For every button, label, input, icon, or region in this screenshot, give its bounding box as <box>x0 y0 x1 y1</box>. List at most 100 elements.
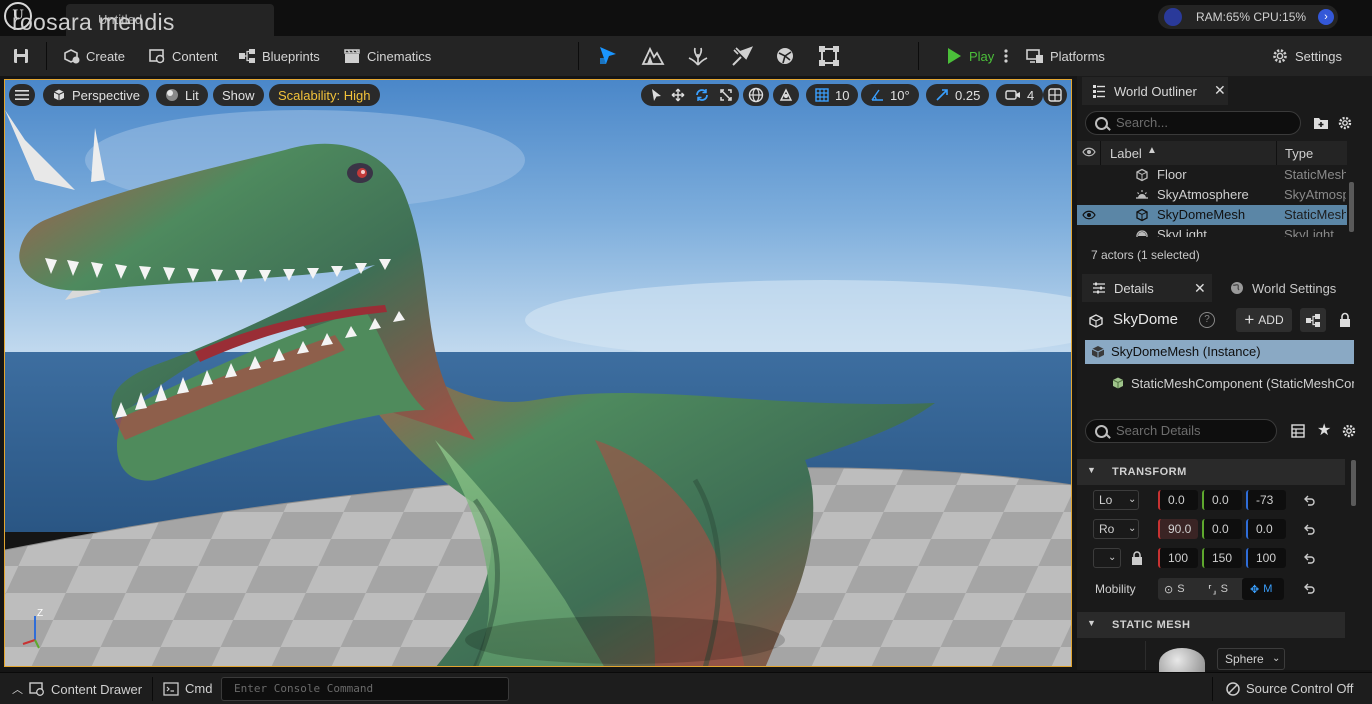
show-button[interactable]: Show <box>213 84 264 106</box>
save-button[interactable] <box>12 44 30 68</box>
world-globe-icon <box>1231 282 1243 294</box>
location-x-field[interactable]: 0.0 <box>1158 490 1198 510</box>
tab-details[interactable]: Details <box>1082 274 1212 302</box>
viewport-scene[interactable] <box>5 80 1072 667</box>
scale-y-field[interactable]: 150 <box>1202 548 1242 568</box>
details-search-input[interactable]: Search Details <box>1085 419 1277 443</box>
world-space-button[interactable] <box>743 84 769 106</box>
table-view-icon[interactable] <box>1291 424 1305 438</box>
select-mode-icon[interactable] <box>596 44 620 68</box>
add-label: ADD <box>1258 313 1284 327</box>
location-dropdown[interactable]: Lo ⌄ <box>1093 490 1139 510</box>
outliner-row[interactable]: SkyLight SkyLight <box>1077 225 1347 237</box>
sort-ascending-icon[interactable]: ▲ <box>1147 145 1157 156</box>
lit-sphere-icon <box>166 89 178 101</box>
modeling-mode-icon[interactable] <box>817 44 841 68</box>
favorites-star-icon[interactable]: ★ <box>1317 420 1331 440</box>
rotation-snap-button[interactable]: 10° <box>861 84 919 106</box>
arrow-right-icon[interactable]: › <box>1318 9 1334 25</box>
platforms-button[interactable]: Platforms <box>1026 44 1105 68</box>
help-icon[interactable]: ? <box>1199 312 1215 328</box>
content-button[interactable]: Content <box>148 44 218 68</box>
add-component-button[interactable]: + ADD <box>1236 308 1292 332</box>
outliner-row[interactable]: Floor StaticMesh <box>1077 165 1347 185</box>
component-tree-static-mesh[interactable]: StaticMeshComponent (StaticMeshComponent… <box>1111 374 1354 394</box>
close-details-icon[interactable]: ✕ <box>1194 280 1206 297</box>
details-scrollbar[interactable] <box>1351 460 1356 506</box>
layout-button[interactable] <box>1043 84 1067 106</box>
lock-icon[interactable] <box>1338 312 1352 328</box>
scale-z-field[interactable]: 100 <box>1246 548 1286 568</box>
perspective-button[interactable]: Perspective <box>43 84 149 106</box>
console-command-input[interactable]: Enter Console Command <box>221 677 509 701</box>
main-toolbar: Create Content Blueprints Cinematics Pla… <box>0 36 1372 76</box>
transform-section-header[interactable]: ▼ TRANSFORM <box>1077 459 1345 485</box>
visibility-eye-icon[interactable] <box>1082 147 1096 157</box>
instance-cube-icon <box>1091 346 1105 358</box>
col-type-header[interactable]: Type <box>1285 146 1313 161</box>
outliner-row-selected[interactable]: SkyDomeMesh StaticMesh <box>1077 205 1347 225</box>
grid-snap-button[interactable]: 10 <box>806 84 859 106</box>
outliner-search-input[interactable]: Search... <box>1085 111 1301 135</box>
source-control-button[interactable]: Source Control Off <box>1226 681 1353 696</box>
viewport-menu-button[interactable] <box>9 84 35 106</box>
landscape-mode-icon[interactable] <box>641 44 665 68</box>
play-button[interactable]: Play <box>945 44 994 68</box>
scale-tool-icon[interactable] <box>719 88 733 102</box>
view-mode-lit-button[interactable]: Lit <box>156 84 208 106</box>
select-tool-icon[interactable] <box>649 88 663 102</box>
rotation-y-field[interactable]: 0.0 <box>1202 519 1242 539</box>
location-z-field[interactable]: -73 <box>1246 490 1286 510</box>
level-viewport[interactable]: Perspective Lit Show Scalability: High 1… <box>4 79 1072 667</box>
actor-name-field[interactable]: SkyDome <box>1113 311 1178 328</box>
rotation-z-field[interactable]: 0.0 <box>1246 519 1286 539</box>
scale-dropdown[interactable]: ⌄ <box>1093 548 1121 568</box>
cinematics-button[interactable]: Cinematics <box>343 44 431 68</box>
mobility-stationary-option[interactable]: ⸢⸥ S <box>1200 578 1242 600</box>
mobility-static-option[interactable]: ⊙ S <box>1158 578 1200 600</box>
location-y-field[interactable]: 0.0 <box>1202 490 1242 510</box>
content-drawer-button[interactable]: ︿ Content Drawer <box>12 681 142 697</box>
mesh-picker-dropdown[interactable]: Sphere ⌄ <box>1217 648 1285 670</box>
reset-arrow-icon[interactable] <box>1303 582 1315 594</box>
surface-snap-button[interactable] <box>773 84 799 106</box>
cmd-button[interactable]: Cmd <box>163 681 212 696</box>
reset-arrow-icon[interactable] <box>1303 552 1315 564</box>
static-mesh-section-header[interactable]: ▼ STATIC MESH <box>1077 612 1345 638</box>
component-tree-instance[interactable]: SkyDomeMesh (Instance) <box>1085 340 1354 364</box>
scale-lock-icon[interactable] <box>1131 551 1143 565</box>
layout-grid-icon <box>1048 88 1062 102</box>
outliner-settings-gear-icon[interactable] <box>1337 115 1353 131</box>
scale-snap-button[interactable]: 0.25 <box>926 84 990 106</box>
blueprints-button[interactable]: Blueprints <box>238 44 320 68</box>
translate-tool-icon[interactable] <box>671 88 685 102</box>
blueprint-convert-button[interactable] <box>1300 308 1326 332</box>
camera-speed-button[interactable]: 4 <box>996 84 1044 106</box>
mesh-paint-mode-icon[interactable] <box>730 44 754 68</box>
play-options-button[interactable] <box>1002 44 1010 68</box>
close-outliner-icon[interactable]: ✕ <box>1214 82 1226 99</box>
fracture-mode-icon[interactable] <box>773 44 797 68</box>
details-settings-gear-icon[interactable] <box>1341 423 1357 439</box>
tab-world-outliner[interactable]: World Outliner <box>1082 77 1228 105</box>
foliage-mode-icon[interactable] <box>686 44 710 68</box>
rotation-dropdown[interactable]: Ro ⌄ <box>1093 519 1139 539</box>
reset-arrow-icon[interactable] <box>1303 494 1315 506</box>
scalability-button[interactable]: Scalability: High <box>269 84 380 106</box>
add-folder-icon[interactable] <box>1313 116 1329 130</box>
outliner-row[interactable]: SkyAtmosphere SkyAtmosphere <box>1077 185 1347 205</box>
create-button[interactable]: Create <box>62 44 125 68</box>
visibility-eye-icon[interactable] <box>1082 210 1096 220</box>
tab-world-settings[interactable]: World Settings <box>1226 274 1372 302</box>
scale-x-field[interactable]: 100 <box>1158 548 1198 568</box>
rotation-x-field[interactable]: 90.0 <box>1158 519 1198 539</box>
settings-button[interactable]: Settings <box>1271 44 1342 68</box>
performance-indicator[interactable]: RAM:65% CPU:15% › <box>1158 5 1338 29</box>
content-label: Content <box>172 48 218 64</box>
col-label-header[interactable]: Label <box>1110 146 1142 161</box>
reset-arrow-icon[interactable] <box>1303 523 1315 535</box>
grid-icon <box>815 88 829 102</box>
rotate-tool-icon[interactable] <box>695 88 709 102</box>
outliner-scrollbar[interactable] <box>1349 182 1354 232</box>
mobility-movable-option[interactable]: ✥ M <box>1242 578 1284 600</box>
